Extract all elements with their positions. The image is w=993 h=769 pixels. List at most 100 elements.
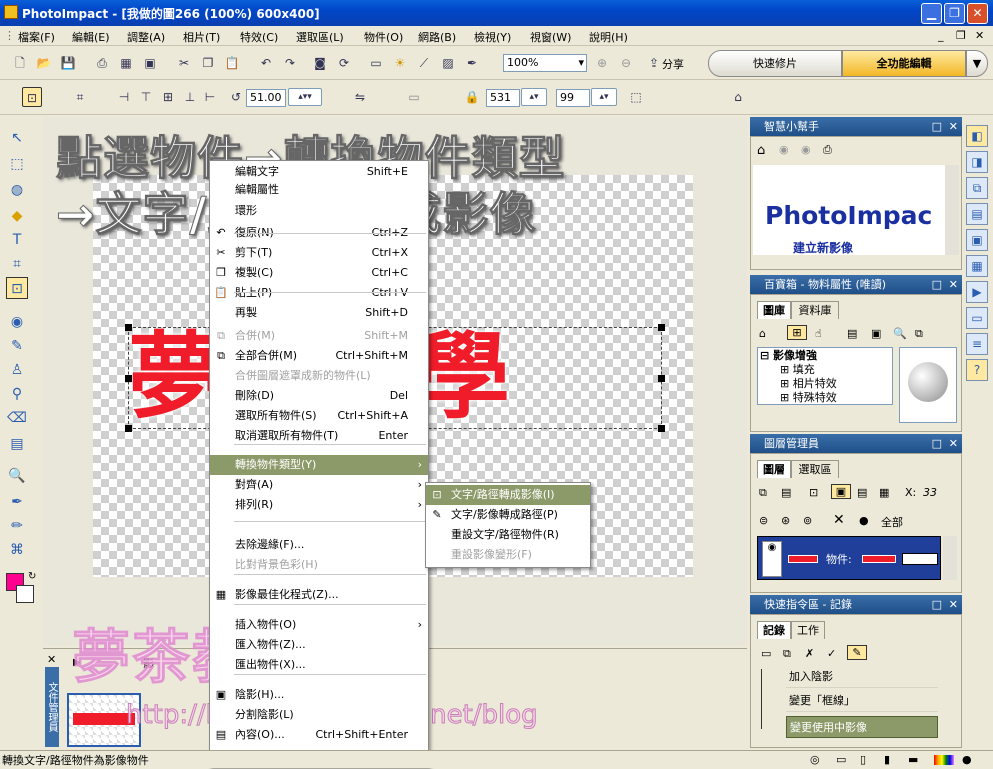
menu-item-edit-text[interactable]: 編輯文字 Shift+E (210, 165, 428, 179)
pick-tool-icon[interactable]: ⊡ (22, 87, 42, 107)
forward-icon[interactable]: ◉ (801, 143, 811, 156)
doc-restore-button[interactable]: ❐ (956, 29, 966, 42)
flip-icon[interactable]: ⇋ (350, 87, 370, 107)
tab-history[interactable]: 記錄 (757, 621, 791, 639)
print-panel-icon[interactable]: ⎙ (823, 143, 832, 157)
menu-item-edit-properties[interactable]: 編輯屬性 (210, 183, 428, 197)
tree-item[interactable]: ⊟ 影像增強 (760, 349, 885, 363)
new-icon[interactable]: 🗋 (10, 53, 30, 73)
panel-toggle-icon[interactable]: ▤ (966, 203, 988, 225)
background-color-swatch[interactable] (16, 585, 34, 603)
menu-edit[interactable]: 編輯(E) (72, 29, 110, 45)
tab-database[interactable]: 資料庫 (791, 301, 839, 319)
menu-window[interactable]: 視窗(W) (530, 29, 571, 45)
back-icon[interactable]: ◉ (779, 143, 789, 156)
copy-toolbar-icon[interactable]: ❐ (198, 53, 218, 73)
layer-mask-icon[interactable]: ⊜ (759, 514, 768, 527)
menu-item[interactable]: 排列(R) › (210, 495, 428, 515)
helper-scrollbar[interactable] (945, 165, 959, 255)
tab-selection[interactable]: 選取區 (791, 460, 839, 478)
scan-icon[interactable]: ▣ (140, 53, 160, 73)
panel-toggle-icon[interactable]: ▦ (966, 255, 988, 277)
menu-adjust[interactable]: 調整(A) (127, 29, 165, 45)
panel-toggle-icon[interactable]: ◧ (966, 125, 988, 147)
submenu-item[interactable]: ⊡ 文字/路徑轉成影像(I) (426, 485, 590, 505)
crop-tool-icon[interactable]: ⌗ (6, 253, 28, 275)
path-tool-icon[interactable]: ⌘ (6, 539, 28, 561)
monitor-icon[interactable]: ▭ (366, 53, 386, 73)
share-label[interactable]: 分享 (662, 56, 684, 72)
layers-scrollbar[interactable] (943, 536, 957, 580)
menu-item[interactable]: 再製 Shift+D (210, 303, 428, 323)
resize-handle[interactable] (125, 425, 132, 432)
brightness-icon[interactable]: ☀ (390, 53, 410, 73)
menu-item[interactable]: 匯出物件(X)... (210, 655, 428, 675)
helper-link[interactable]: 建立新影像 (793, 239, 853, 255)
align-top-icon[interactable]: ⊤ (136, 87, 156, 107)
pen-tool-icon[interactable]: ✏ (6, 515, 28, 537)
close-panel-icon[interactable]: ✕ (949, 275, 958, 294)
menu-effect[interactable]: 特效(C) (240, 29, 278, 45)
minimize-panel-icon[interactable]: □ (932, 117, 942, 136)
full-edit-mode-button[interactable]: 全功能編輯 (842, 50, 966, 77)
resize-handle[interactable] (125, 375, 132, 382)
menu-item[interactable]: ▤ 內容(O)... Ctrl+Shift+Enter (210, 725, 428, 745)
settings-icon[interactable]: ⧉ (915, 327, 923, 341)
app-icon[interactable] (4, 5, 18, 19)
home-icon[interactable]: ⌂ (757, 143, 765, 158)
minimize-button[interactable]: ▁ (921, 3, 942, 24)
help-icon[interactable]: ? (966, 359, 988, 381)
submenu-item[interactable]: ✎ 文字/影像轉成路徑(P) (426, 505, 590, 525)
tree-view-icon[interactable]: ⊞ (787, 325, 807, 340)
menu-item[interactable]: 取消選取所有物件(T) Enter (210, 426, 428, 446)
effects-icon[interactable]: ▨ (438, 53, 458, 73)
home-icon[interactable]: ⌂ (728, 87, 748, 107)
resize-handle[interactable] (658, 324, 665, 331)
eyedrop-icon[interactable]: ✒ (462, 53, 482, 73)
history-tool-icon[interactable]: ✎ (847, 645, 867, 660)
menu-selection[interactable]: 選取區(L) (296, 29, 344, 45)
panel-toggle-icon[interactable]: ▣ (966, 229, 988, 251)
minimize-panel-icon[interactable]: □ (932, 434, 942, 453)
fill-tool-icon[interactable]: ▤ (6, 433, 28, 455)
menu-item-ring[interactable]: 環形 (210, 204, 428, 218)
menu-item[interactable]: 去除邊緣(F)... (210, 535, 428, 555)
lasso-tool-icon[interactable]: ◍ (6, 179, 28, 201)
layer-mask-icon[interactable]: ⊛ (781, 514, 790, 527)
panel-toggle-icon[interactable]: ◨ (966, 151, 988, 173)
menu-file[interactable]: 檔案(F) (18, 29, 55, 45)
swap-colors-icon[interactable]: ↻ (28, 571, 36, 582)
menu-item[interactable]: 對齊(A) › (210, 475, 428, 495)
menu-item[interactable]: ✂ 剪下(T) Ctrl+X (210, 243, 428, 263)
quick-edit-mode-button[interactable]: 快速修片 (708, 50, 842, 77)
close-panel-icon[interactable]: ✕ (949, 595, 958, 614)
menu-item[interactable]: 分割陰影(L) (210, 705, 428, 725)
menu-object[interactable]: 物件(O) (364, 29, 403, 45)
tab-tasks[interactable]: 工作 (791, 621, 825, 639)
home-icon[interactable]: ⌂ (759, 327, 766, 340)
text-tool-icon[interactable]: T (6, 229, 28, 251)
eraser-tool-icon[interactable]: ⌫ (6, 407, 28, 429)
picker-tool-icon[interactable]: ✒ (6, 491, 28, 513)
maximize-button[interactable]: ❐ (944, 3, 965, 24)
height-spinner[interactable]: ▴▾ (591, 88, 617, 106)
resize-handle[interactable] (658, 375, 665, 382)
resize-handle[interactable] (658, 425, 665, 432)
history-tool-icon[interactable]: ✓ (827, 647, 836, 660)
menu-view[interactable]: 檢視(Y) (474, 29, 511, 45)
history-item[interactable]: 變更「框線」 (786, 690, 938, 712)
menu-item[interactable]: 插入物件(O) › (210, 615, 428, 635)
delete-layer-icon[interactable]: ✕ (833, 512, 845, 528)
doc-minimize-button[interactable]: _ (938, 29, 944, 42)
close-panel-icon[interactable]: ✕ (949, 434, 958, 453)
eye-tool-icon[interactable]: ◉ (6, 311, 28, 333)
layer-tool-icon[interactable]: ▣ (831, 484, 851, 499)
preview-icon[interactable]: ▣ (871, 327, 881, 340)
close-button[interactable]: ✕ (967, 3, 988, 24)
refresh-icon[interactable]: ⟳ (334, 53, 354, 73)
hand-icon[interactable]: ☝ (815, 327, 822, 340)
stamp-tool-icon[interactable]: ♙ (6, 359, 28, 381)
distort-icon[interactable]: ▭ (404, 87, 424, 107)
layer-tool-icon[interactable]: ⊡ (809, 486, 818, 499)
resize-handle[interactable] (125, 324, 132, 331)
